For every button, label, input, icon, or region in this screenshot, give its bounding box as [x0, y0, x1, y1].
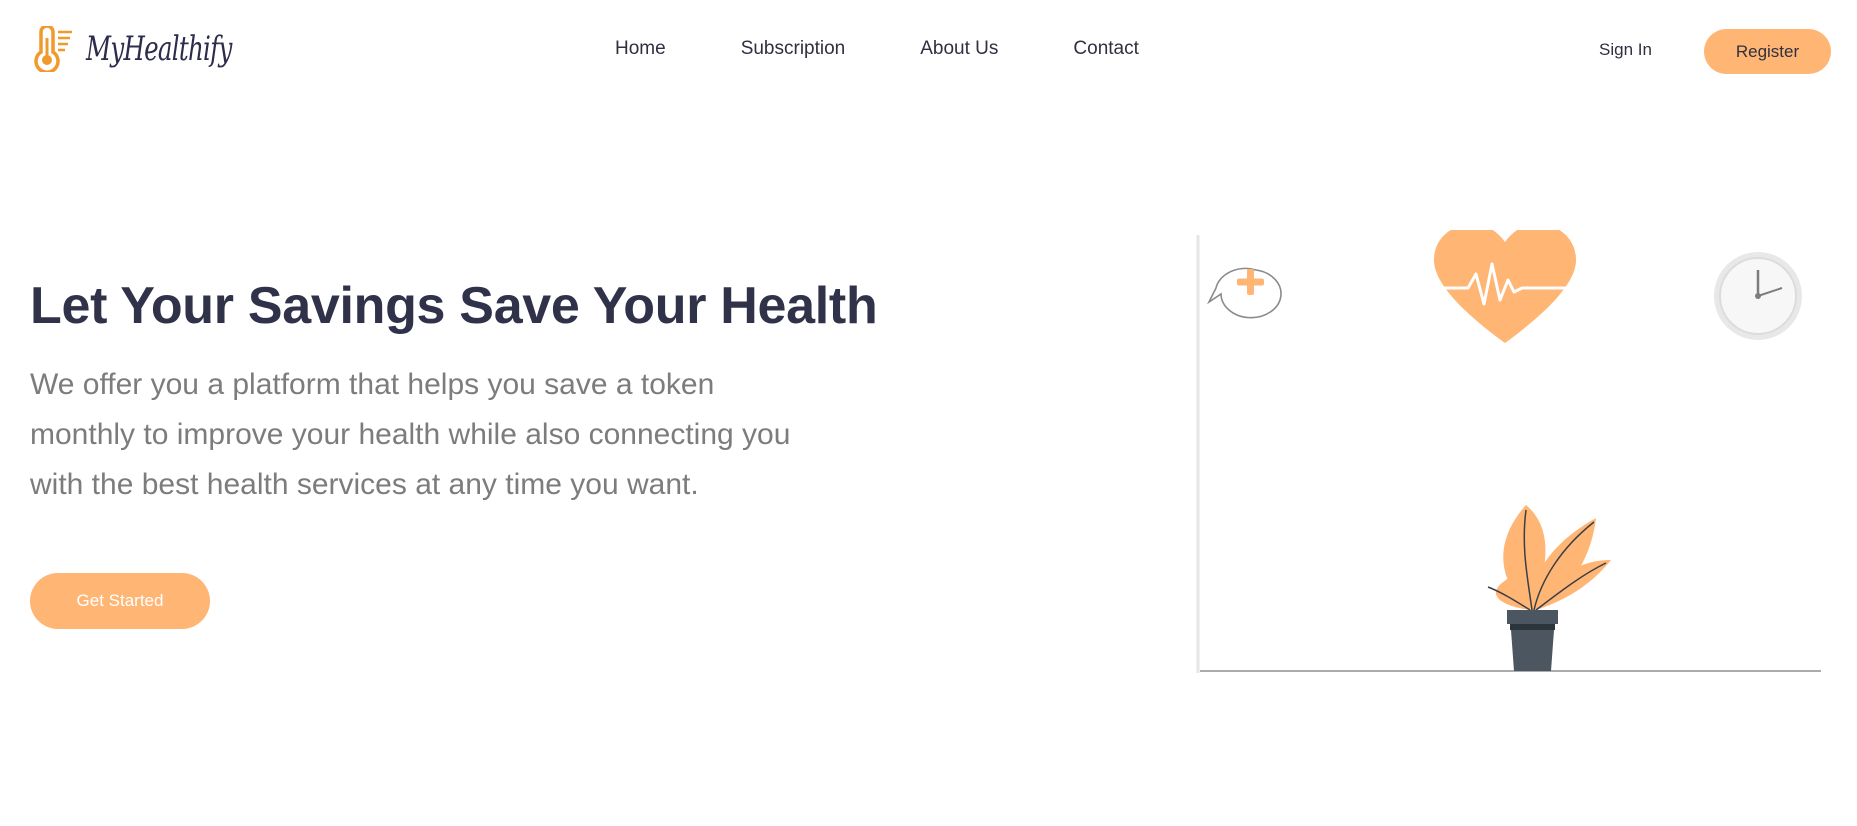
medical-chat-bubble-icon — [1206, 267, 1282, 319]
hero-title: Let Your Savings Save Your Health — [30, 277, 878, 335]
brand-name: MyHealthify — [86, 29, 232, 69]
nav-item-subscription[interactable]: Subscription — [741, 38, 846, 60]
site-header: MyHealthify Home Subscription About Us C… — [0, 0, 1857, 102]
nav-item-home[interactable]: Home — [615, 38, 666, 60]
get-started-button[interactable]: Get Started — [30, 573, 210, 629]
main-nav: Home Subscription About Us Contact — [615, 38, 1214, 60]
brand-logo[interactable]: MyHealthify — [28, 26, 288, 72]
sign-in-link[interactable]: Sign In — [1599, 40, 1652, 60]
clock-icon — [1714, 252, 1802, 340]
thermometer-icon — [34, 26, 72, 72]
health-savings-illustration — [1196, 230, 1821, 673]
potted-plant-icon — [1487, 505, 1611, 671]
hero-subtitle: We offer you a platform that helps you s… — [30, 368, 791, 501]
heartbeat-heart-icon — [1434, 230, 1576, 343]
nav-item-about-us[interactable]: About Us — [920, 38, 998, 60]
register-button[interactable]: Register — [1704, 29, 1831, 74]
nav-item-contact[interactable]: Contact — [1073, 38, 1138, 60]
